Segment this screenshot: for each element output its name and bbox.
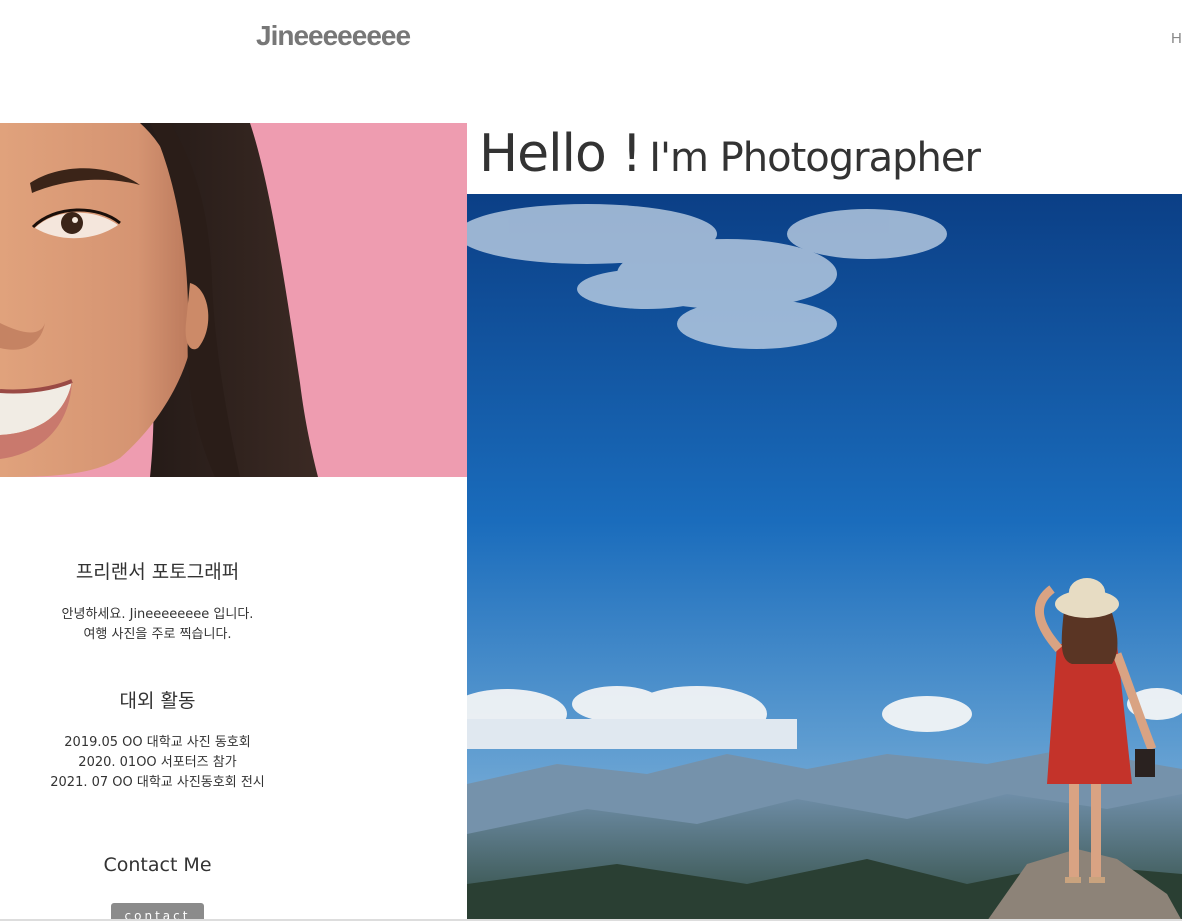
intro-line: 여행 사진을 주로 찍습니다.	[83, 627, 232, 642]
site-logo[interactable]: Jineeeeeeee	[256, 20, 411, 52]
intro-line: 안녕하세요. Jineeeeeeee 입니다.	[61, 607, 254, 622]
page: Jineeeeeeee H 프리랜서 포토그래퍼 안녕하세요. Jineeeee…	[0, 0, 1182, 921]
profile-title: 프리랜서 포토그래퍼	[75, 561, 240, 583]
hero-heading: Hello ! I'm Photographer	[479, 124, 981, 184]
contact-title: Contact Me	[103, 854, 212, 876]
site-header: Jineeeeeeee H	[0, 0, 1182, 80]
activity-item: 2019.05 OO 대학교 사진 동호회	[64, 735, 251, 750]
activity-item: 2021. 07 OO 대학교 사진동호회 전시	[50, 775, 265, 790]
photographer-text: I'm Photographer	[649, 135, 981, 181]
portrait-photo	[0, 123, 467, 477]
activity-item: 2020. 01OO 서포터즈 참가	[78, 755, 237, 770]
hello-text: Hello !	[479, 124, 642, 184]
scenic-illustration	[467, 194, 1182, 921]
intro-text: 안녕하세요. Jineeeeeeee 입니다. 여행 사진을 주로 찍습니다.	[0, 605, 315, 645]
nav-home-link[interactable]: H	[1171, 30, 1182, 47]
activities-title: 대외 활동	[119, 690, 196, 712]
activities-list: 2019.05 OO 대학교 사진 동호회 2020. 01OO 서포터즈 참가…	[0, 733, 315, 793]
scenic-photo	[467, 194, 1182, 921]
portrait-illustration	[0, 123, 467, 477]
